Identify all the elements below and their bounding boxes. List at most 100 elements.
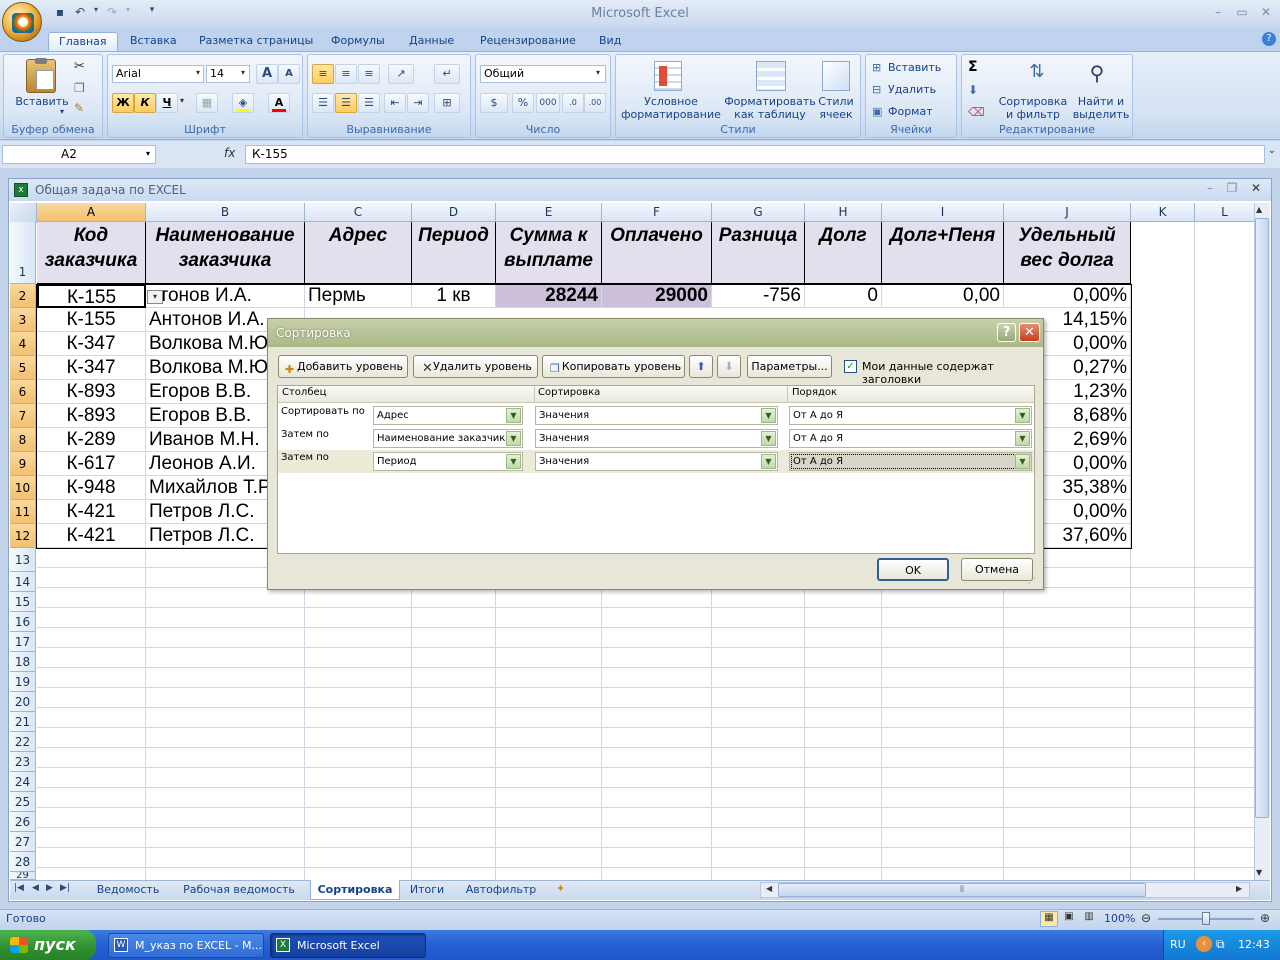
number-format-dropdown-icon[interactable]: ▾ — [596, 68, 600, 77]
column-header-f[interactable]: F — [602, 203, 712, 222]
column-header-l[interactable]: L — [1195, 203, 1255, 222]
header-cell-f1[interactable]: Оплачено — [602, 222, 712, 284]
row-header-11[interactable]: 11 — [10, 500, 36, 524]
cell-a9[interactable]: К-617 — [37, 452, 146, 476]
zoom-out-icon[interactable]: ⊖ — [1141, 911, 1151, 925]
bold-button[interactable]: Ж — [112, 93, 134, 113]
scroll-down-icon[interactable]: ▼ — [1256, 868, 1262, 877]
thousands-button[interactable]: 000 — [536, 93, 560, 113]
row-header-12[interactable]: 12 — [10, 524, 36, 548]
cell-g2[interactable]: -756 — [712, 284, 805, 308]
column-header-i[interactable]: I — [882, 203, 1004, 222]
clear-icon[interactable]: ⌫ — [968, 105, 985, 119]
row-header-9[interactable]: 9 — [10, 452, 36, 476]
zoom-in-icon[interactable]: ⊕ — [1260, 911, 1270, 925]
font-name-select[interactable]: Arial — [112, 65, 204, 83]
fill-icon[interactable]: ⬇ — [968, 83, 978, 97]
cell-f2[interactable]: 29000 — [602, 284, 712, 308]
task-excel[interactable]: Microsoft Excel — [270, 933, 426, 958]
move-down-button[interactable]: ⬇ — [717, 355, 741, 378]
cell-a8[interactable]: К-289 — [37, 428, 146, 452]
row-header-25[interactable]: 25 — [10, 792, 36, 812]
last-sheet-icon[interactable]: ▶| — [60, 883, 70, 893]
tab-home[interactable]: Главная — [48, 32, 118, 52]
page-break-view-icon[interactable]: ▥ — [1080, 911, 1098, 927]
cell-a2[interactable]: К-155 — [37, 284, 146, 308]
tab-data[interactable]: Данные — [399, 32, 464, 52]
select-all-corner[interactable] — [10, 203, 37, 223]
conditional-formatting-label1[interactable]: Условное — [618, 95, 724, 108]
autosum-button[interactable]: Σ — [968, 59, 978, 75]
shrink-font-button[interactable]: A — [278, 64, 300, 84]
underline-dropdown-icon[interactable]: ▾ — [180, 96, 184, 105]
name-box-dropdown-icon[interactable]: ▾ — [146, 149, 150, 158]
scroll-up-icon[interactable]: ▲ — [1256, 205, 1262, 214]
column-header-c[interactable]: C — [305, 203, 412, 222]
move-up-button[interactable]: ⬆ — [689, 355, 713, 378]
column-header-d[interactable]: D — [412, 203, 496, 222]
row-header-21[interactable]: 21 — [10, 712, 36, 732]
level-3-order-select[interactable]: От А до Я ▼ — [789, 452, 1032, 471]
row-header-22[interactable]: 22 — [10, 732, 36, 752]
dialog-close-icon[interactable]: ✕ — [1019, 323, 1040, 342]
cell-h2[interactable]: 0 — [805, 284, 882, 308]
currency-icon[interactable]: $ — [480, 93, 508, 113]
row-header-16[interactable]: 16 — [10, 612, 36, 632]
borders-icon[interactable]: ▦ — [196, 93, 218, 113]
task-word-doc[interactable]: M_указ по EXCEL - M... — [108, 933, 264, 958]
format-cells-button[interactable]: Формат — [888, 105, 933, 118]
cell-a4[interactable]: К-347 — [37, 332, 146, 356]
row-header-20[interactable]: 20 — [10, 692, 36, 712]
cell-a6[interactable]: К-893 — [37, 380, 146, 404]
cancel-button[interactable]: Отмена — [961, 558, 1033, 581]
row-header-14[interactable]: 14 — [10, 572, 36, 592]
row-header-29[interactable]: 29 — [10, 872, 36, 880]
level-2-order-select[interactable]: От А до Я ▼ — [789, 429, 1032, 448]
sheet-tab-autofilter[interactable]: Автофильтр — [456, 882, 546, 899]
format-as-table-label2[interactable]: как таблицу — [724, 108, 816, 121]
row-header-27[interactable]: 27 — [10, 832, 36, 852]
tab-review[interactable]: Рецензирование — [470, 32, 586, 52]
wrap-text-icon[interactable]: ↵ — [434, 64, 460, 84]
level-2-sort-on-select[interactable]: Значения ▼ — [535, 429, 778, 448]
align-top-icon[interactable]: ≡ — [312, 64, 334, 84]
page-layout-view-icon[interactable]: ▣ — [1060, 911, 1078, 927]
row-header-26[interactable]: 26 — [10, 812, 36, 832]
zoom-slider-thumb[interactable] — [1202, 912, 1210, 925]
cell-e2[interactable]: 28244 — [496, 284, 602, 308]
insert-function-button[interactable]: fx — [224, 146, 235, 160]
find-select-label2[interactable]: выделить — [1072, 108, 1130, 121]
merge-center-icon[interactable]: ⊞ — [434, 93, 460, 113]
underline-button[interactable]: Ч — [156, 93, 178, 113]
level-1-order-select[interactable]: От А до Я ▼ — [789, 406, 1032, 425]
tab-insert[interactable]: Вставка — [120, 32, 187, 52]
row-header-24[interactable]: 24 — [10, 772, 36, 792]
conditional-formatting-label2[interactable]: форматирование — [618, 108, 724, 121]
increase-indent-icon[interactable]: ⇥ — [407, 93, 429, 113]
normal-view-icon[interactable]: ▦ — [1040, 911, 1058, 927]
row-header-19[interactable]: 19 — [10, 672, 36, 692]
has-headers-checkbox[interactable]: ✓ — [844, 360, 857, 373]
align-left-icon[interactable]: ☰ — [312, 93, 334, 113]
column-header-h[interactable]: H — [805, 203, 882, 222]
grow-font-button[interactable]: A — [256, 64, 278, 84]
close-icon[interactable]: ✕ — [1256, 5, 1276, 21]
row-header-6[interactable]: 6 — [10, 380, 36, 404]
cell-a10[interactable]: К-948 — [37, 476, 146, 500]
cell-b2[interactable]: нтонов И.А. — [146, 284, 305, 308]
expand-formula-bar-icon[interactable]: ⌄ — [1266, 145, 1278, 164]
orientation-icon[interactable]: ↗ — [388, 64, 414, 84]
minimize-icon[interactable]: – — [1208, 5, 1228, 21]
sheet-tab-working[interactable]: Рабочая ведомость — [172, 882, 306, 899]
ok-button[interactable]: OK — [877, 558, 949, 581]
column-header-j[interactable]: J — [1004, 203, 1131, 222]
row-header-3[interactable]: 3 — [10, 308, 36, 332]
wb-close-icon[interactable]: ✕ — [1246, 181, 1266, 197]
delete-cells-button[interactable]: Удалить — [888, 83, 936, 96]
network-icon[interactable]: ⧉ — [1216, 937, 1225, 952]
insert-sheet-icon[interactable]: ✦ — [556, 882, 565, 895]
prev-sheet-icon[interactable]: ◀ — [32, 883, 39, 893]
header-cell-b1[interactable]: Наименование заказчика — [146, 222, 305, 284]
sort-filter-label2[interactable]: и фильтр — [994, 108, 1072, 121]
wb-restore-icon[interactable]: ❐ — [1222, 181, 1242, 197]
